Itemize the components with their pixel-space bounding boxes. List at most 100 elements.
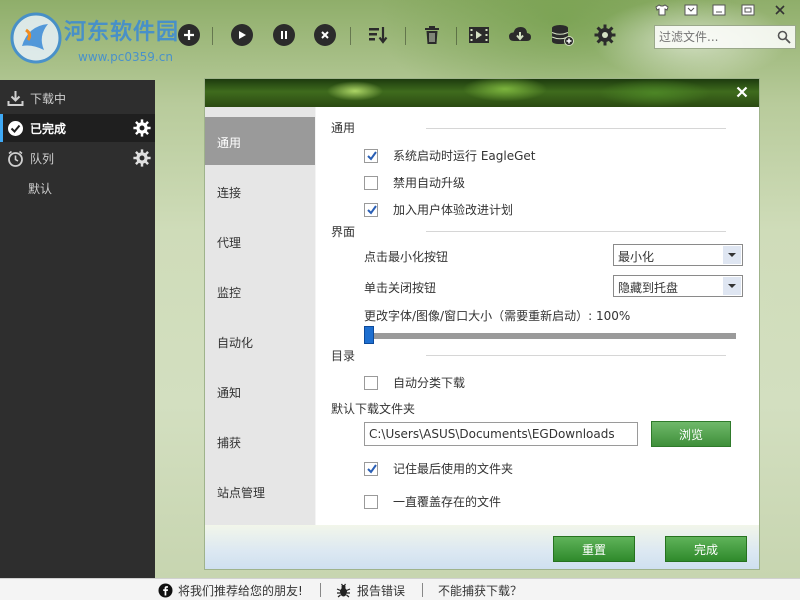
section-title-interface: 界面 xyxy=(331,225,356,239)
close-button-label: 单击关闭按钮 xyxy=(364,281,437,295)
bug-icon xyxy=(336,583,351,598)
run-on-startup-checkbox[interactable]: 系统启动时运行 EagleGet xyxy=(364,147,535,164)
tab-label: 连接 xyxy=(217,186,242,200)
checkbox-box xyxy=(364,494,378,509)
dialog-footer: 重置 完成 xyxy=(205,525,759,569)
stop-icon[interactable] xyxy=(312,22,338,48)
checkbox-box xyxy=(364,175,378,190)
tab-label: 捕获 xyxy=(217,436,242,450)
tab-notification[interactable]: 通知 xyxy=(205,367,315,415)
tab-label: 通用 xyxy=(217,136,242,150)
sidebar-item-default-queue[interactable]: 默认 xyxy=(0,174,155,202)
app-window: 河东软件园 www.pc0359.cn 过滤文件... 下载中 已完成 队列 默… xyxy=(0,0,800,600)
sidebar-item-label: 默认 xyxy=(28,182,53,196)
recommend-label: 将我们推荐给您的朋友! xyxy=(178,584,303,598)
gear-icon[interactable] xyxy=(133,149,151,170)
video-icon[interactable] xyxy=(466,22,492,48)
tab-general[interactable]: 通用 xyxy=(205,117,315,165)
settings-icon[interactable] xyxy=(592,22,618,48)
sidebar: 下载中 已完成 队列 默认 xyxy=(0,80,155,578)
status-separator xyxy=(422,583,423,597)
sidebar-item-label: 下载中 xyxy=(30,92,67,106)
settings-nav: 通用 连接 代理 监控 自动化 通知 捕获 站点管理 xyxy=(205,107,315,525)
minimize-button-label: 点击最小化按钮 xyxy=(364,250,449,264)
filter-input[interactable] xyxy=(655,26,775,48)
ui-size-label: 更改字体/图像/窗口大小（需要重新启动）: 100% xyxy=(364,309,631,323)
section-divider xyxy=(426,355,726,356)
join-ux-program-checkbox[interactable]: 加入用户体验改进计划 xyxy=(364,201,513,218)
checkbox-box xyxy=(364,461,378,476)
checkbox-label: 一直覆盖存在的文件 xyxy=(393,495,502,509)
tab-monitor[interactable]: 监控 xyxy=(205,267,315,315)
cannot-capture-link[interactable]: 不能捕获下载？ xyxy=(438,582,522,599)
tab-label: 自动化 xyxy=(217,336,254,350)
facebook-icon xyxy=(158,583,173,598)
pause-icon[interactable] xyxy=(271,22,297,48)
toolbar-separator xyxy=(405,27,406,45)
always-overwrite-checkbox[interactable]: 一直覆盖存在的文件 xyxy=(364,493,501,510)
ui-size-slider-track[interactable] xyxy=(364,333,736,339)
sidebar-item-queue[interactable]: 队列 xyxy=(0,144,155,172)
done-button[interactable]: 完成 xyxy=(665,536,747,562)
browse-button[interactable]: 浏览 xyxy=(651,421,731,447)
minimize-action-select[interactable]: 最小化 xyxy=(613,244,743,266)
check-circle-icon xyxy=(7,120,24,137)
play-icon[interactable] xyxy=(229,22,255,48)
chevron-down-icon xyxy=(723,277,741,295)
tab-label: 通知 xyxy=(217,386,242,400)
status-separator xyxy=(320,583,321,597)
recommend-link[interactable]: 将我们推荐给您的朋友! xyxy=(158,582,303,599)
sidebar-item-label: 已完成 xyxy=(30,122,67,136)
tab-capture[interactable]: 捕获 xyxy=(205,417,315,465)
toolbar-separator xyxy=(350,27,351,45)
checkbox-box xyxy=(364,202,378,217)
tab-label: 站点管理 xyxy=(217,486,266,500)
sort-icon[interactable] xyxy=(365,22,391,48)
report-bug-label: 报告错误 xyxy=(357,584,406,598)
close-action-select[interactable]: 隐藏到托盘 xyxy=(613,275,743,297)
sidebar-item-downloading[interactable]: 下载中 xyxy=(0,84,155,112)
checkbox-box xyxy=(364,148,378,163)
tab-automation[interactable]: 自动化 xyxy=(205,317,315,365)
database-add-icon[interactable] xyxy=(549,22,575,48)
tab-connection[interactable]: 连接 xyxy=(205,167,315,215)
section-title-directory: 目录 xyxy=(331,349,356,363)
cloud-download-icon[interactable] xyxy=(507,22,533,48)
remember-last-folder-checkbox[interactable]: 记住最后使用的文件夹 xyxy=(364,460,513,477)
search-icon[interactable] xyxy=(777,30,791,47)
section-divider xyxy=(426,231,726,232)
default-folder-label: 默认下载文件夹 xyxy=(331,402,416,416)
section-divider xyxy=(426,128,726,129)
ui-size-slider-thumb[interactable] xyxy=(364,326,374,344)
filter-box xyxy=(654,25,796,49)
dialog-close-icon[interactable] xyxy=(733,83,751,101)
checkbox-label: 禁用自动升级 xyxy=(393,176,466,190)
report-bug-link[interactable]: 报告错误 xyxy=(336,582,405,599)
settings-content: 通用 系统启动时运行 EagleGet 禁用自动升级 加入用户体验改进计划 界面… xyxy=(316,107,759,525)
auto-classify-checkbox[interactable]: 自动分类下载 xyxy=(364,374,465,391)
settings-dialog: 通用 连接 代理 监控 自动化 通知 捕获 站点管理 通用 系统启动时运行 Ea… xyxy=(204,78,760,570)
checkbox-label: 记住最后使用的文件夹 xyxy=(393,462,514,476)
checkbox-label: 加入用户体验改进计划 xyxy=(393,203,514,217)
gear-icon[interactable] xyxy=(133,119,151,140)
section-title-general: 通用 xyxy=(331,121,356,135)
select-value: 最小化 xyxy=(618,250,655,264)
status-bar: 将我们推荐给您的朋友! 报告错误 不能捕获下载？ xyxy=(0,578,800,600)
download-icon xyxy=(7,90,24,107)
disable-auto-update-checkbox[interactable]: 禁用自动升级 xyxy=(364,174,465,191)
cannot-capture-label: 不能捕获下载？ xyxy=(438,584,523,598)
tab-site-manager[interactable]: 站点管理 xyxy=(205,467,315,515)
chevron-down-icon xyxy=(723,246,741,264)
tab-label: 代理 xyxy=(217,236,242,250)
toolbar-separator xyxy=(456,27,457,45)
tab-proxy[interactable]: 代理 xyxy=(205,217,315,265)
download-folder-field[interactable] xyxy=(364,422,638,446)
sidebar-item-label: 队列 xyxy=(30,152,55,166)
clock-icon xyxy=(7,150,24,167)
delete-icon[interactable] xyxy=(419,22,445,48)
sidebar-item-completed[interactable]: 已完成 xyxy=(0,114,155,142)
reset-button[interactable]: 重置 xyxy=(553,536,635,562)
dialog-banner xyxy=(205,79,759,107)
toolbar-separator xyxy=(212,27,213,45)
add-icon[interactable] xyxy=(176,22,202,48)
